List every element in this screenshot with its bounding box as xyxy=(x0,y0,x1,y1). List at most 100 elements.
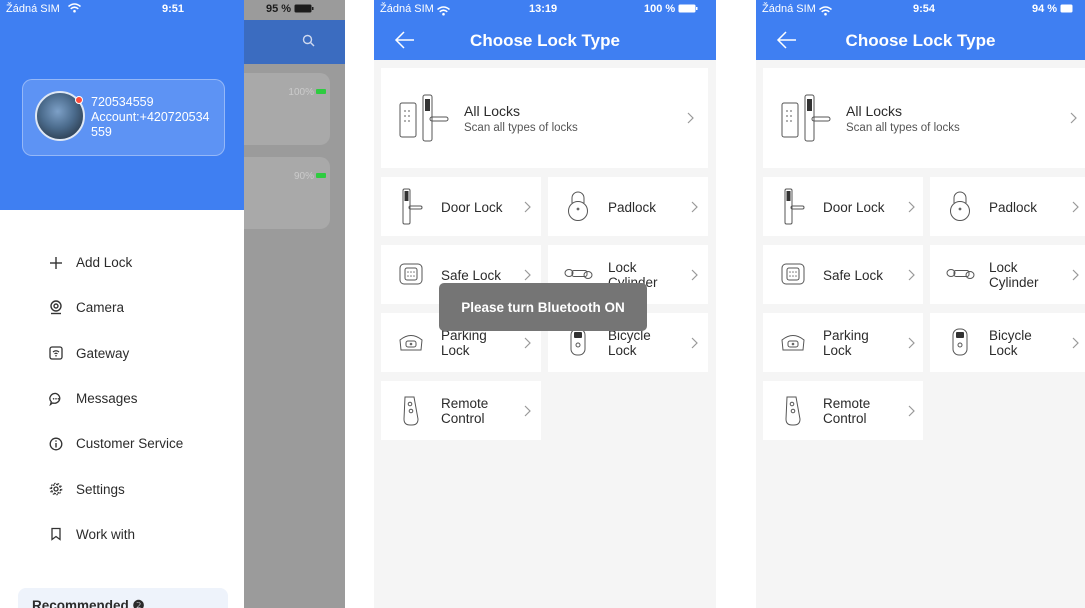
lock-type-label: Remote Control xyxy=(441,396,489,426)
lock-type-label: Safe Lock xyxy=(441,268,502,283)
drawer-screen: 100% 90% 720534559 Account:+420720534 55… xyxy=(0,0,345,608)
wifi-icon xyxy=(437,3,450,21)
app-header: Žádná SIM 9:54 94 % Choose Lock Type xyxy=(756,0,1085,60)
all-locks-title: All Locks xyxy=(464,103,521,119)
profile-info: 720534559 Account:+420720534 559 xyxy=(91,95,223,140)
lock-type-label: Bicycle Lock xyxy=(608,328,651,358)
camera-icon xyxy=(48,300,64,316)
lock-type-lock-cylinder[interactable]: Lock Cylinder xyxy=(930,245,1085,304)
lock-type-label: Remote Control xyxy=(823,396,871,426)
page-title: Choose Lock Type xyxy=(845,31,996,50)
choose-lock-screen: Žádná SIM 13:19 100 % Choose Lock Type A… xyxy=(374,0,716,608)
lock-type-padlock[interactable]: Padlock xyxy=(548,177,708,236)
all-locks-card[interactable]: All Locks Scan all types of locks xyxy=(381,68,708,168)
chevron-right-icon xyxy=(691,269,698,281)
menu-item-work-with[interactable]: Work with xyxy=(0,512,244,557)
battery-status: 95 % xyxy=(266,3,314,15)
menu-label: Customer Service xyxy=(76,436,184,452)
chevron-right-icon xyxy=(908,405,915,417)
lock-type-label: Parking Lock xyxy=(823,328,869,358)
chevron-right-icon xyxy=(1072,269,1079,281)
battery-percent-text: 95 % xyxy=(266,3,292,15)
menu-item-messages[interactable]: Messages xyxy=(0,376,244,421)
background-lock-card: 100% xyxy=(244,73,330,145)
bicycle-lock-icon xyxy=(570,328,586,356)
chevron-right-icon xyxy=(1072,201,1079,213)
chevron-right-icon xyxy=(1070,112,1077,124)
lock-type-remote-control[interactable]: Remote Control xyxy=(381,381,541,440)
battery-icon xyxy=(316,173,326,178)
menu-item-add-lock[interactable]: Add Lock xyxy=(0,240,244,285)
lock-cylinder-icon xyxy=(946,269,975,279)
menu-item-gateway[interactable]: Gateway xyxy=(0,331,244,376)
menu-item-settings[interactable]: Settings xyxy=(0,466,244,511)
gear-icon xyxy=(48,481,64,497)
clock: 9:54 xyxy=(913,3,936,15)
bicycle-lock-icon xyxy=(952,328,968,356)
lock-type-safe-lock[interactable]: Safe Lock xyxy=(763,245,923,304)
parking-lock-icon xyxy=(399,335,423,351)
lock-type-remote-control[interactable]: Remote Control xyxy=(763,381,923,440)
lock-type-parking-lock[interactable]: Parking Lock xyxy=(763,313,923,372)
gateway-icon xyxy=(48,345,64,361)
dimmed-header xyxy=(244,20,345,64)
menu-label: Camera xyxy=(76,300,125,316)
side-drawer: 720534559 Account:+420720534 559 Add Loc… xyxy=(0,0,244,608)
clock: 13:19 xyxy=(529,3,558,15)
lock-type-label: Parking Lock xyxy=(441,328,487,358)
menu-item-customer-service[interactable]: Customer Service xyxy=(0,421,244,466)
padlock-icon xyxy=(950,191,970,221)
status-bar: Žádná SIM 9:51 95 % xyxy=(0,0,345,20)
lock-type-label: Bicycle Lock xyxy=(989,328,1032,358)
battery-percent-text: 100 % xyxy=(644,3,676,15)
lock-type-door-lock[interactable]: Door Lock xyxy=(763,177,923,236)
chevron-right-icon xyxy=(524,337,531,349)
battery-icon xyxy=(294,4,314,13)
all-locks-card[interactable]: All Locks Scan all types of locks xyxy=(763,68,1085,168)
clock: 9:51 xyxy=(162,3,185,15)
menu-label: Settings xyxy=(76,481,125,497)
remote-control-icon xyxy=(403,396,419,426)
chevron-right-icon xyxy=(908,337,915,349)
profile-card[interactable]: 720534559 Account:+420720534 559 xyxy=(22,79,225,156)
chevron-right-icon xyxy=(524,405,531,417)
choose-lock-screen: Žádná SIM 9:54 94 % Choose Lock Type All… xyxy=(756,0,1085,608)
search-icon[interactable] xyxy=(302,34,315,50)
chevron-right-icon xyxy=(691,201,698,213)
notification-dot xyxy=(75,96,83,104)
smart-lock-icon xyxy=(399,94,449,142)
door-lock-icon xyxy=(784,188,805,225)
remote-control-icon xyxy=(785,396,801,426)
lock-type-label: Door Lock xyxy=(441,200,503,215)
battery-icon xyxy=(1060,4,1073,13)
info-icon xyxy=(48,436,64,452)
chevron-right-icon xyxy=(1072,337,1079,349)
carrier-label: Žádná SIM xyxy=(6,3,60,15)
chevron-right-icon xyxy=(908,201,915,213)
battery-status: 100 % xyxy=(644,3,698,15)
wifi-icon xyxy=(68,3,81,16)
lock-cylinder-icon xyxy=(564,269,593,279)
lock-type-padlock[interactable]: Padlock xyxy=(930,177,1085,236)
lock-type-bicycle-lock[interactable]: Bicycle Lock xyxy=(930,313,1085,372)
chevron-right-icon xyxy=(691,337,698,349)
battery-percent-text: 94 % xyxy=(1032,3,1058,15)
drawer-menu: Add Lock Camera Gateway Messages Custome… xyxy=(0,240,244,557)
chevron-right-icon xyxy=(524,269,531,281)
all-locks-title: All Locks xyxy=(846,103,903,119)
lock-type-label: Padlock xyxy=(608,200,657,215)
bookmark-icon xyxy=(48,526,64,542)
lock-type-door-lock[interactable]: Door Lock xyxy=(381,177,541,236)
message-icon xyxy=(48,391,64,407)
battery-status: 94 % xyxy=(1032,3,1074,15)
chevron-right-icon xyxy=(524,201,531,213)
chevron-right-icon xyxy=(908,269,915,281)
menu-item-camera[interactable]: Camera xyxy=(0,285,244,330)
battery-percent: 90% xyxy=(293,171,314,182)
menu-label: Add Lock xyxy=(76,255,133,271)
all-locks-subtitle: Scan all types of locks xyxy=(464,122,578,134)
battery-icon xyxy=(316,89,326,94)
recommended-section[interactable]: Recommended ❷ xyxy=(18,588,228,608)
lock-type-label: Safe Lock xyxy=(823,268,884,283)
all-locks-subtitle: Scan all types of locks xyxy=(846,122,960,134)
